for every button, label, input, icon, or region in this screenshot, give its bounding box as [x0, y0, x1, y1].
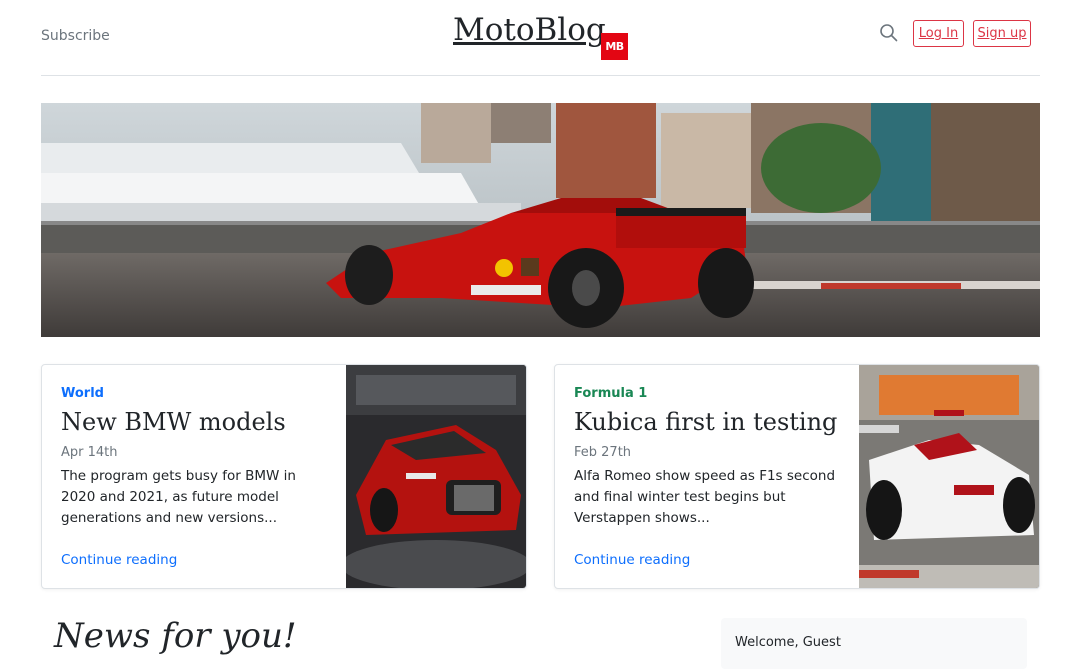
post-card-body: Formula 1 Kubica first in testing Feb 27…	[574, 365, 854, 588]
continue-reading-link[interactable]: Continue reading	[574, 552, 690, 568]
post-thumbnail	[859, 365, 1039, 588]
post-excerpt: The program gets busy for BMW in 2020 an…	[61, 468, 296, 526]
site-header: Subscribe MotoBlog MB Log In Sign up	[41, 0, 1040, 76]
subscribe-link[interactable]: Subscribe	[41, 28, 110, 44]
welcome-text: Welcome, Guest	[735, 635, 841, 650]
post-card-body: World New BMW models Apr 14th The progra…	[61, 365, 341, 588]
search-icon[interactable]	[879, 23, 899, 43]
site-brand[interactable]: MotoBlog	[453, 12, 606, 48]
post-card: World New BMW models Apr 14th The progra…	[41, 364, 527, 589]
post-title: New BMW models	[61, 408, 286, 436]
post-date: Apr 14th	[61, 445, 118, 460]
post-card: Formula 1 Kubica first in testing Feb 27…	[554, 364, 1040, 589]
post-thumbnail	[346, 365, 526, 588]
post-category: Formula 1	[574, 386, 648, 401]
post-category: World	[61, 386, 104, 401]
post-title: Kubica first in testing	[574, 408, 838, 436]
welcome-panel: Welcome, Guest	[721, 618, 1027, 669]
news-section-title: News for you!	[54, 616, 297, 656]
post-date: Feb 27th	[574, 445, 632, 460]
brand-logo: MB	[601, 33, 628, 60]
post-excerpt: Alfa Romeo show speed as F1s second and …	[574, 468, 836, 526]
hero-image	[41, 103, 1040, 337]
login-button[interactable]: Log In	[913, 20, 964, 47]
signup-button[interactable]: Sign up	[973, 20, 1031, 47]
continue-reading-link[interactable]: Continue reading	[61, 552, 177, 568]
